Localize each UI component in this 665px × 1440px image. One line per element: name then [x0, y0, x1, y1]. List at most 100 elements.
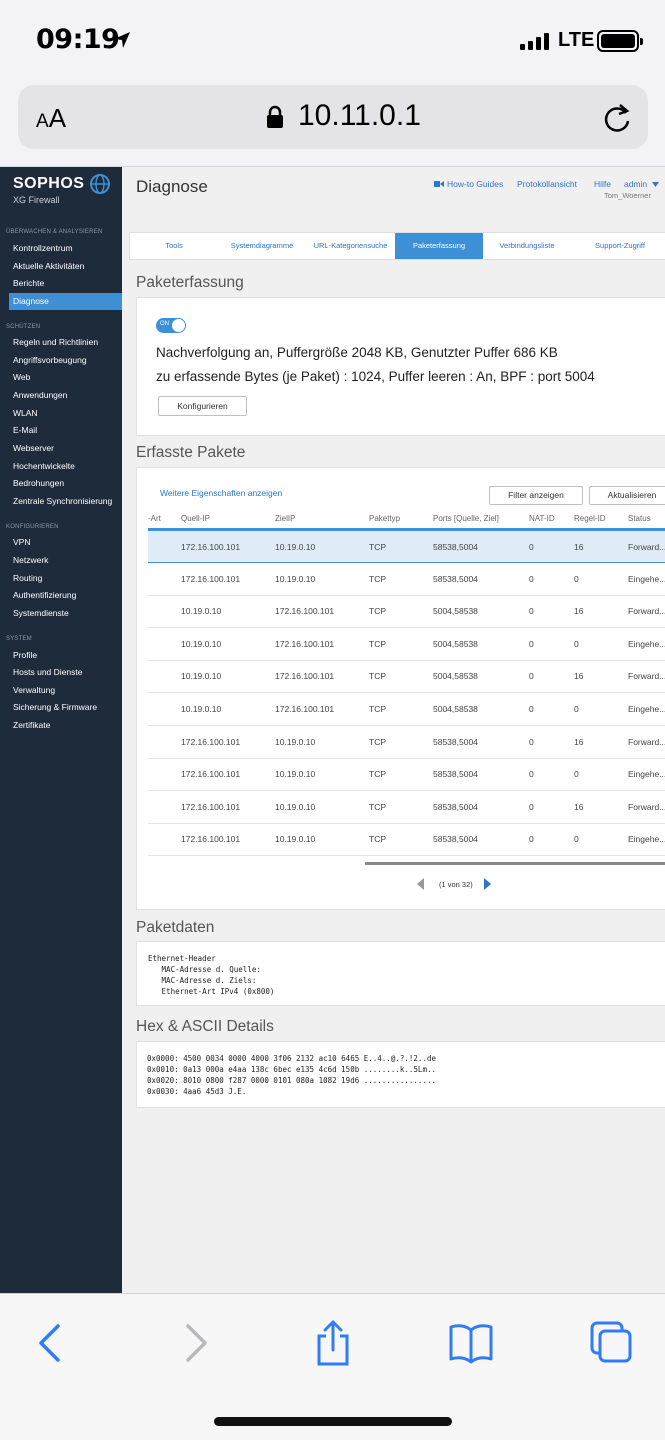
- cell-source-ip: 172.16.100.101: [181, 801, 241, 812]
- capture-panel: ON Nachverfolgung an, Puffergröße 2048 K…: [136, 297, 665, 436]
- cell-packet-type: TCP: [369, 671, 386, 682]
- sidebar-item-aktivitaeten[interactable]: Aktuelle Aktivitäten: [9, 258, 122, 275]
- configure-button[interactable]: Konfigurieren: [158, 396, 247, 416]
- sidebar-item-sicherung[interactable]: Sicherung & Firmware: [9, 699, 122, 716]
- horizontal-scrollbar[interactable]: [365, 862, 665, 865]
- filter-button[interactable]: Filter anzeigen: [489, 486, 583, 505]
- table-row[interactable]: 172.16.100.101 10.19.0.10 TCP 58538,5004 0 16…: [148, 791, 665, 824]
- back-icon[interactable]: [28, 1320, 74, 1366]
- sidebar-item-hochentwickelte[interactable]: Hochentwickelte: [9, 458, 122, 475]
- sidebar-item-angriffsvorbeugung[interactable]: Angriffsvorbeugung: [9, 352, 122, 369]
- table-row[interactable]: 10.19.0.10 172.16.100.101 TCP 5004,58538 0 16…: [148, 660, 665, 694]
- col-ports[interactable]: Ports [Quelle, Ziel]: [433, 514, 499, 523]
- sidebar-item-hosts[interactable]: Hosts und Dienste: [9, 664, 122, 681]
- col-regel-id[interactable]: Regel-ID: [574, 514, 606, 523]
- cell-source-ip: 10.19.0.10: [181, 606, 222, 617]
- hex-line: 0x0010: 0a13 000a e4aa 138c 6bec e135 4c…: [147, 1065, 436, 1074]
- tabs-icon[interactable]: [588, 1320, 634, 1366]
- col-quell-ip[interactable]: Quell-IP: [181, 514, 210, 523]
- sidebar-item-wlan[interactable]: WLAN: [9, 405, 122, 422]
- next-page-icon[interactable]: [484, 878, 491, 890]
- table-row[interactable]: 172.16.100.101 10.19.0.10 TCP 58538,5004 0 0 E…: [148, 758, 665, 792]
- cell-dest-ip: 10.19.0.10: [275, 801, 316, 812]
- sidebar-item-bedrohungen[interactable]: Bedrohungen: [9, 475, 122, 492]
- sidebar-item-vpn[interactable]: VPN: [9, 534, 122, 551]
- col-ziel-ip[interactable]: ZielIP: [275, 514, 295, 523]
- sidebar-item-web[interactable]: Web: [9, 369, 122, 386]
- col-nat-id[interactable]: NAT-ID: [529, 514, 555, 523]
- pager-label: (1 von 32): [439, 880, 473, 889]
- capture-toggle[interactable]: ON: [156, 318, 186, 333]
- log-view-link[interactable]: Protokollansicht: [517, 179, 577, 189]
- cell-status: Eingehe...: [628, 638, 665, 649]
- col-pakettyp[interactable]: Pakettyp: [369, 514, 400, 523]
- cell-rule-id: 16: [574, 542, 584, 552]
- sidebar-item-berichte[interactable]: Berichte: [9, 275, 122, 292]
- cell-nat-id: 0: [529, 834, 534, 845]
- sidebar-item-email[interactable]: E-Mail: [9, 422, 122, 439]
- bookmarks-icon[interactable]: [448, 1320, 494, 1366]
- howto-guides-link[interactable]: How-to Guides: [447, 179, 503, 189]
- refresh-button[interactable]: Aktualisieren: [589, 486, 665, 505]
- cell-nat-id: 0: [529, 769, 534, 780]
- packet-data-line: MAC-Adresse d. Ziels:: [148, 976, 257, 985]
- tab-support-zugriff[interactable]: Support-Zugriff: [571, 233, 665, 259]
- tab-verbindungsliste[interactable]: Verbindungsliste: [483, 233, 571, 259]
- sidebar-item-synchronisierung[interactable]: Zentrale Synchronisierung: [9, 493, 122, 510]
- sidebar-item-netzwerk[interactable]: Netzwerk: [9, 552, 122, 569]
- cell-source-ip: 172.16.100.101: [181, 736, 241, 747]
- help-link[interactable]: Hilfe: [594, 179, 611, 189]
- cell-status: Forward...: [628, 736, 665, 747]
- location-arrow-icon: [114, 32, 130, 48]
- tab-bar: Tools Systemdiagramme URL-Kategoriensuch…: [129, 232, 665, 260]
- chevron-down-icon[interactable]: [652, 182, 659, 187]
- cell-dest-ip: 172.16.100.101: [275, 606, 335, 617]
- sidebar-item-profile[interactable]: Profile: [9, 647, 122, 664]
- sidebar-item-zertifikate[interactable]: Zertifikate: [9, 717, 122, 734]
- address-bar[interactable]: AA 10.11.0.1: [18, 85, 648, 149]
- sidebar-item-verwaltung[interactable]: Verwaltung: [9, 682, 122, 699]
- col-status[interactable]: Status: [628, 514, 651, 523]
- cell-status: Forward...: [628, 801, 665, 812]
- forward-icon[interactable]: [172, 1320, 218, 1366]
- table-row[interactable]: 10.19.0.10 172.16.100.101 TCP 5004,58538 0 0 E…: [148, 628, 665, 661]
- share-icon[interactable]: [310, 1320, 356, 1366]
- cell-dest-ip: 10.19.0.10: [275, 769, 316, 780]
- table-row[interactable]: 172.16.100.101 10.19.0.10 TCP 58538,5004 0 0 E…: [148, 563, 665, 596]
- tab-tools[interactable]: Tools: [130, 233, 218, 259]
- tab-systemdiagramme[interactable]: Systemdiagramme: [218, 233, 306, 259]
- sidebar-item-anwendungen[interactable]: Anwendungen: [9, 387, 122, 404]
- cell-ports: 5004,58538: [433, 606, 478, 617]
- cell-status: Forward...: [628, 542, 665, 552]
- reload-icon[interactable]: [602, 101, 632, 133]
- url-text[interactable]: 10.11.0.1: [298, 99, 421, 133]
- more-properties-link[interactable]: Weitere Eigenschaften anzeigen: [160, 488, 282, 498]
- video-icon: [434, 181, 444, 187]
- table-row[interactable]: 10.19.0.10 172.16.100.101 TCP 5004,58538 0 16…: [148, 595, 665, 629]
- sidebar-item-routing[interactable]: Routing: [9, 570, 122, 587]
- tab-url-kategoriensuche[interactable]: URL-Kategoriensuche: [306, 233, 395, 259]
- sidebar-item-diagnose[interactable]: Diagnose: [9, 293, 122, 310]
- table-row[interactable]: 172.16.100.101 10.19.0.10 TCP 58538,5004 0 16…: [148, 530, 665, 563]
- table-row[interactable]: 172.16.100.101 10.19.0.10 TCP 58538,5004 0 0 E…: [148, 823, 665, 857]
- cell-packet-type: TCP: [369, 736, 386, 747]
- sidebar-item-regeln[interactable]: Regeln und Richtlinien: [9, 334, 122, 351]
- cell-dest-ip: 10.19.0.10: [275, 573, 316, 584]
- sidebar-item-systemdienste[interactable]: Systemdienste: [9, 605, 122, 622]
- tab-paketerfassung[interactable]: Paketerfassung: [395, 233, 483, 259]
- sidebar-item-kontrollzentrum[interactable]: Kontrollzentrum: [9, 240, 122, 257]
- table-row[interactable]: 172.16.100.101 10.19.0.10 TCP 58538,5004 0 16…: [148, 726, 665, 759]
- hex-line: 0x0000: 4500 0034 0000 4000 3f06 2132 ac…: [147, 1054, 436, 1063]
- prev-page-icon[interactable]: [417, 878, 424, 890]
- packet-data-line: Ethernet-Art IPv4 (0x800): [148, 987, 275, 996]
- user-menu[interactable]: admin: [624, 179, 647, 189]
- cell-dest-ip: 10.19.0.10: [275, 542, 316, 552]
- table-row[interactable]: 10.19.0.10 172.16.100.101 TCP 5004,58538 0 0 E…: [148, 693, 665, 726]
- sidebar-item-webserver[interactable]: Webserver: [9, 440, 122, 457]
- col-art[interactable]: -Art: [148, 514, 161, 523]
- globe-icon: [90, 174, 110, 194]
- text-size-button[interactable]: AA: [36, 103, 66, 134]
- packet-data-line: MAC-Adresse d. Quelle:: [148, 965, 261, 974]
- sidebar-item-authentifizierung[interactable]: Authentifizierung: [9, 587, 122, 604]
- cell-status: Eingehe...: [628, 704, 665, 714]
